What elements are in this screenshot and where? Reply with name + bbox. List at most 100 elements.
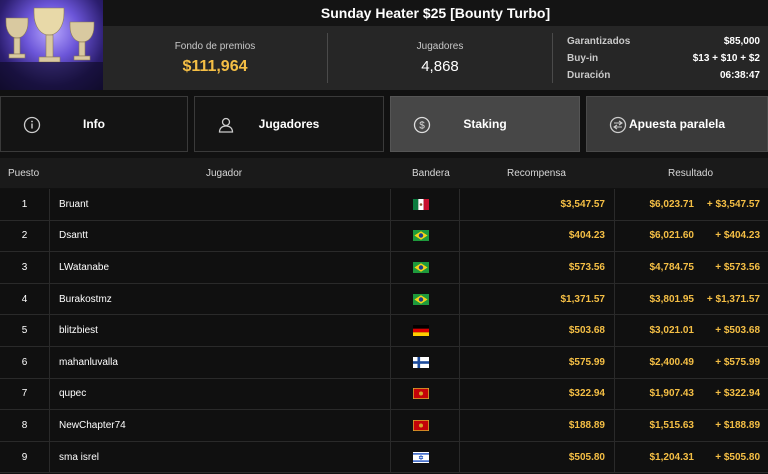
column-divider bbox=[49, 283, 50, 315]
row-result: $6,021.60 bbox=[649, 230, 695, 242]
row-player-name: mahanluvalla bbox=[59, 356, 118, 368]
row-result-delta: + $575.99 bbox=[715, 356, 760, 368]
column-divider bbox=[49, 410, 50, 441]
guaranteed-row: Garantizados $85,000 bbox=[567, 33, 760, 50]
row-player-name: Burakostmz bbox=[59, 293, 112, 305]
column-divider bbox=[49, 220, 50, 252]
row-player-name: Bruant bbox=[59, 198, 89, 210]
finland-flag-icon bbox=[413, 347, 429, 378]
tournament-trophy-image bbox=[0, 0, 103, 90]
title-bar: Sunday Heater $25 [Bounty Turbo] bbox=[103, 0, 768, 26]
tab-players[interactable]: Jugadores bbox=[194, 96, 384, 152]
row-reward: $575.99 bbox=[568, 356, 605, 368]
table-row[interactable]: 1 Bruant $3,547.57 $6,023.71 + $3,547.57 bbox=[0, 189, 768, 221]
column-divider bbox=[49, 378, 50, 410]
buyin-label: Buy-in bbox=[567, 53, 599, 64]
row-player-name: Dsantt bbox=[59, 230, 88, 242]
parallel-bet-icon bbox=[609, 116, 627, 134]
row-result-delta: + $505.80 bbox=[715, 451, 760, 463]
row-result-delta: + $322.94 bbox=[715, 388, 760, 400]
row-player-name: LWatanabe bbox=[59, 261, 110, 273]
column-header-flag: Bandera bbox=[412, 168, 450, 179]
column-divider bbox=[49, 252, 50, 283]
column-divider bbox=[390, 441, 391, 473]
column-divider bbox=[390, 346, 391, 378]
duration-label: Duración bbox=[567, 70, 611, 81]
row-result-delta: + $3,547.57 bbox=[706, 198, 760, 210]
montenegro-flag-icon bbox=[413, 410, 429, 441]
montenegro-flag-icon bbox=[413, 379, 429, 410]
row-result: $3,021.01 bbox=[649, 325, 695, 337]
table-row[interactable]: 4 Burakostmz $1,371.57 $3,801.95 + $1,371.57 bbox=[0, 283, 768, 316]
row-position: 4 bbox=[21, 293, 28, 305]
row-position: 9 bbox=[21, 451, 28, 463]
tab-staking[interactable]: $ Staking bbox=[390, 96, 580, 152]
table-row[interactable]: 5 blitzbiest $503.68 $3,021.01 + $503.68 bbox=[0, 315, 768, 347]
row-player-name: NewChapter74 bbox=[59, 419, 126, 431]
table-row[interactable]: 3 LWatanabe $573.56 $4,784.75 + $573.56 bbox=[0, 252, 768, 284]
table-row[interactable]: 2 Dsantt $404.23 $6,021.60 + $404.23 bbox=[0, 220, 768, 253]
brazil-flag-icon bbox=[413, 221, 429, 252]
row-reward: $322.94 bbox=[568, 388, 605, 400]
table-row[interactable]: 9 sma isrel $505.80 $1,204.31 + $505.80 bbox=[0, 441, 768, 474]
column-header-player: Jugador bbox=[206, 168, 243, 179]
brazil-flag-icon bbox=[413, 252, 429, 283]
column-divider bbox=[390, 220, 391, 252]
column-divider bbox=[390, 410, 391, 441]
mexico-flag-icon bbox=[413, 189, 429, 220]
row-result: $4,784.75 bbox=[649, 261, 695, 273]
column-divider bbox=[390, 315, 391, 346]
row-player-name: qupec bbox=[59, 388, 87, 400]
tab-parallel-bet[interactable]: Apuesta paralela bbox=[586, 96, 768, 152]
row-result: $1,907.43 bbox=[649, 388, 695, 400]
svg-text:$: $ bbox=[419, 121, 425, 132]
column-divider bbox=[49, 189, 50, 220]
row-player-name: blitzbiest bbox=[59, 325, 98, 337]
duration-value: 06:38:47 bbox=[719, 70, 760, 81]
table-row[interactable]: 7 qupec $322.94 $1,907.43 + $322.94 bbox=[0, 378, 768, 411]
column-divider bbox=[390, 378, 391, 410]
prize-pool-label: Fondo de premios bbox=[174, 40, 256, 52]
row-position: 1 bbox=[21, 198, 28, 210]
column-divider bbox=[49, 441, 50, 473]
prize-pool-value: $111,964 bbox=[182, 57, 248, 75]
results-table-body: 1 Bruant $3,547.57 $6,023.71 + $3,547.57 2 Dsa… bbox=[0, 189, 768, 474]
row-position: 2 bbox=[21, 230, 28, 242]
row-reward: $188.89 bbox=[568, 419, 605, 431]
players-value: 4,868 bbox=[421, 58, 459, 75]
row-position: 6 bbox=[21, 356, 28, 368]
row-result: $6,023.71 bbox=[649, 198, 695, 210]
trophy-cups-icon bbox=[0, 7, 103, 90]
column-header-reward: Recompensa bbox=[507, 168, 566, 179]
row-position: 8 bbox=[21, 419, 28, 431]
buyin-value: $13 + $10 + $2 bbox=[692, 53, 760, 64]
row-result-delta: + $573.56 bbox=[715, 261, 760, 273]
user-icon bbox=[218, 117, 234, 133]
row-result: $2,400.49 bbox=[649, 356, 695, 368]
duration-row: Duración 06:38:47 bbox=[567, 67, 760, 84]
buyin-row: Buy-in $13 + $10 + $2 bbox=[567, 50, 760, 67]
row-result-delta: + $404.23 bbox=[715, 230, 760, 242]
row-result: $3,801.95 bbox=[649, 293, 695, 305]
row-result: $1,204.31 bbox=[649, 451, 695, 463]
row-position: 7 bbox=[21, 388, 28, 400]
tournament-title: Sunday Heater $25 [Bounty Turbo] bbox=[320, 5, 551, 21]
row-player-name: sma isrel bbox=[59, 451, 100, 463]
guaranteed-label: Garantizados bbox=[567, 36, 631, 47]
row-result-delta: + $503.68 bbox=[715, 325, 760, 337]
column-divider bbox=[390, 252, 391, 283]
table-header: Puesto Jugador Bandera Recompensa Result… bbox=[0, 158, 768, 188]
column-divider bbox=[390, 283, 391, 315]
row-reward: $503.68 bbox=[568, 325, 605, 337]
column-divider bbox=[49, 346, 50, 378]
brazil-flag-icon bbox=[413, 284, 429, 315]
tab-bar: Info Jugadores $ Staking Apuesta paralel… bbox=[0, 96, 768, 152]
prize-pool-stat: Fondo de premios $111,964 bbox=[103, 26, 327, 90]
column-header-result: Resultado bbox=[668, 168, 714, 179]
tournament-stats-panel: Fondo de premios $111,964 Jugadores 4,86… bbox=[103, 26, 768, 90]
row-reward: $1,371.57 bbox=[560, 293, 606, 305]
row-result: $1,515.63 bbox=[649, 419, 695, 431]
table-row[interactable]: 6 mahanluvalla $575.99 $2,400.49 + $575.99 bbox=[0, 346, 768, 379]
tab-info[interactable]: Info bbox=[0, 96, 188, 152]
table-row[interactable]: 8 NewChapter74 $188.89 $1,515.63 + $188.89 bbox=[0, 410, 768, 442]
